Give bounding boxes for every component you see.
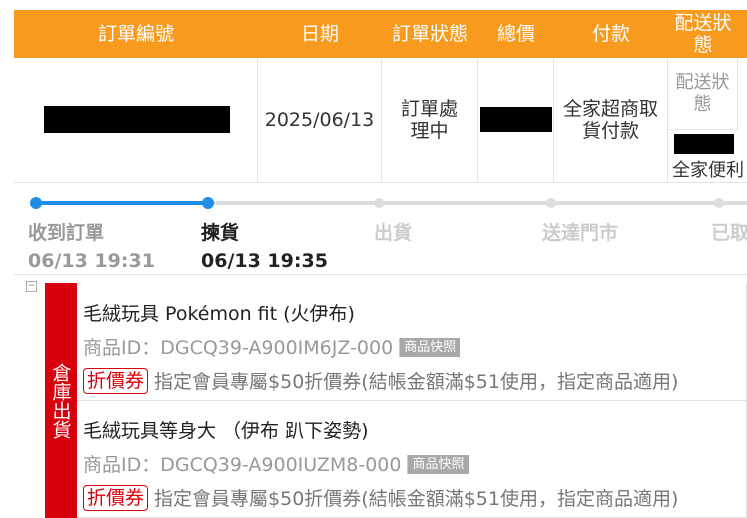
- step-label-picking: 揀貨: [201, 222, 240, 244]
- order-status: 訂單處理中: [382, 58, 478, 182]
- step-label-received: 收到訂單: [28, 222, 105, 244]
- order-row[interactable]: 2025/06/13 訂單處理中 全家超商取貨付款 配送狀態 全家便利: [14, 58, 747, 183]
- step-time-received: 06/13 19:31: [28, 250, 155, 272]
- payment-method: 全家超商取貨付款: [554, 58, 668, 182]
- list-item: 毛絨玩具 Pokémon fit (火伊布) 商品ID：DGCQ39-A900I…: [77, 283, 747, 401]
- snapshot-button[interactable]: 商品快照: [399, 338, 461, 357]
- order-progress-tracker: 收到訂單 06/13 19:31 揀貨 06/13 19:35 出貨 送達門市 …: [14, 182, 747, 275]
- redacted-tracking: [674, 134, 734, 154]
- header-total: 總價: [496, 23, 535, 45]
- item-name[interactable]: 毛絨玩具等身大 （伊布 趴下姿勢): [83, 416, 369, 443]
- item-id-text: 商品ID：DGCQ39-A900IUZM8-000: [83, 454, 402, 476]
- item-name[interactable]: 毛絨玩具 Pokémon fit (火伊布): [83, 299, 355, 326]
- order-total-cell: [478, 58, 554, 182]
- progress-track-pending: [210, 201, 747, 205]
- step-label-arrived: 送達門市: [542, 222, 619, 244]
- header-shipping: 配送狀態: [674, 12, 732, 56]
- redacted-total: [480, 107, 552, 132]
- list-item: 毛絨玩具等身大 （伊布 趴下姿勢) 商品ID：DGCQ39-A900IUZM8-…: [77, 400, 747, 518]
- header-order-number: 訂單編號: [97, 23, 174, 45]
- step-time-picking: 06/13 19:35: [201, 250, 328, 272]
- snapshot-button[interactable]: 商品快照: [407, 455, 469, 474]
- header-status: 訂單狀態: [391, 23, 468, 45]
- step-dot-4: [546, 198, 556, 208]
- order-number-cell: [14, 58, 258, 182]
- step-dot-1: [30, 197, 42, 209]
- shipping-status-label: 配送狀態: [668, 58, 738, 130]
- redacted-order-number: [44, 106, 230, 133]
- warehouse-shipping-tag: 倉庫出貨: [45, 283, 77, 518]
- step-label-shipped: 出貨: [374, 222, 413, 244]
- order-table-header: 訂單編號 日期 訂單狀態 總價 付款 配送狀態: [14, 10, 747, 58]
- coupon-text: 指定會員專屬$50折價券(結帳金額滿$51使用，指定商品適用): [154, 371, 679, 393]
- coupon-row: 折價券 指定會員專屬$50折價券(結帳金額滿$51使用，指定商品適用): [83, 484, 678, 511]
- progress-track-done: [36, 201, 210, 205]
- coupon-badge: 折價券: [83, 484, 149, 511]
- shipping-status-cell: 配送狀態 全家便利: [668, 58, 747, 182]
- item-id: 商品ID：DGCQ39-A900IUZM8-000 商品快照: [83, 450, 469, 477]
- step-dot-5: [714, 198, 724, 208]
- step-label-picked-up: 已取: [711, 222, 747, 244]
- shipping-store: 全家便利: [672, 160, 744, 181]
- coupon-text: 指定會員專屬$50折價券(結帳金額滿$51使用，指定商品適用): [154, 488, 679, 510]
- order-date: 2025/06/13: [258, 58, 382, 182]
- item-id-text: 商品ID：DGCQ39-A900IM6JZ-000: [83, 337, 394, 359]
- header-date: 日期: [300, 23, 339, 45]
- coupon-badge: 折價券: [83, 367, 149, 394]
- coupon-row: 折價券 指定會員專屬$50折價券(結帳金額滿$51使用，指定商品適用): [83, 367, 678, 394]
- step-dot-2: [202, 197, 214, 209]
- item-list: 毛絨玩具 Pokémon fit (火伊布) 商品ID：DGCQ39-A900I…: [77, 283, 747, 518]
- step-dot-3: [374, 198, 384, 208]
- header-payment: 付款: [591, 23, 630, 45]
- item-id: 商品ID：DGCQ39-A900IM6JZ-000 商品快照: [83, 333, 461, 360]
- collapse-toggle[interactable]: −: [26, 281, 37, 292]
